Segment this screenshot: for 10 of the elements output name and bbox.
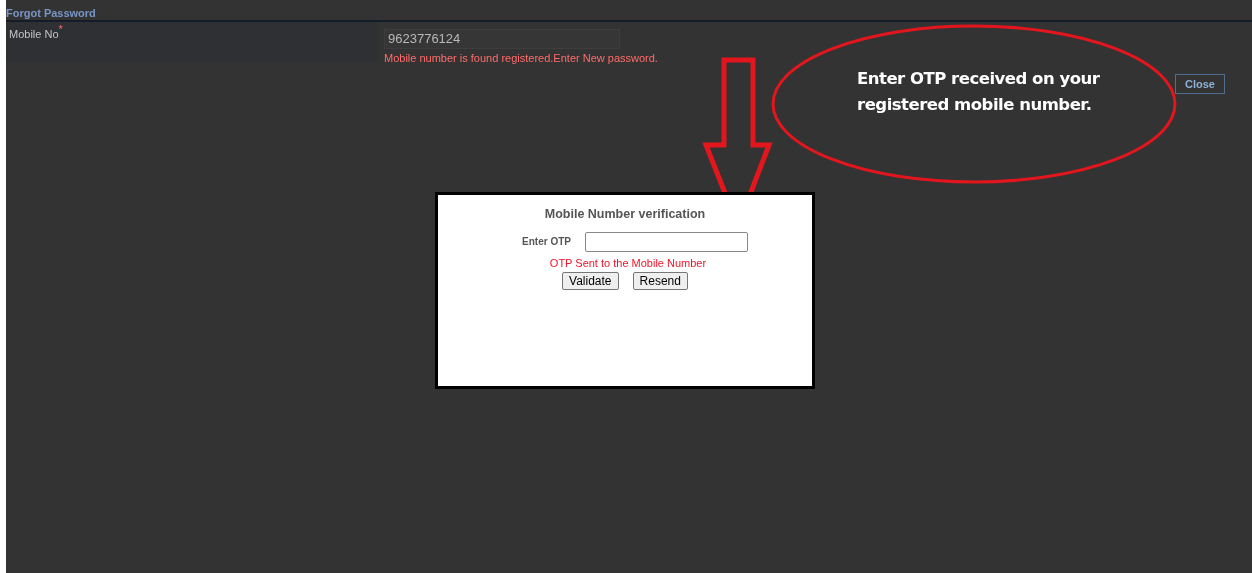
annotation-text: Enter OTP received on your registered mobile number. — [857, 68, 1101, 116]
otp-message: OTP Sent to the Mobile Number — [548, 255, 708, 271]
dialog-button[interactable]: Resend — [632, 272, 688, 291]
close-button[interactable]: Close — [1175, 74, 1225, 94]
otp-label: Enter OTP — [522, 235, 571, 250]
dialog-title: Mobile Number verification — [543, 206, 707, 223]
dialog-button[interactable]: Validate — [562, 272, 619, 291]
mobile-number-field[interactable]: 9623776124 — [384, 28, 620, 49]
otp-field[interactable] — [584, 231, 748, 252]
status-message: Mobile number is found registered.Enter New password. — [384, 51, 658, 66]
